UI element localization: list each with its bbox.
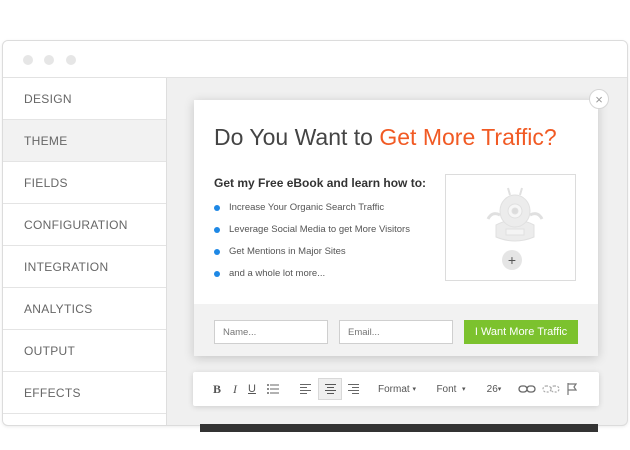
sidebar-item-label: DESIGN [24,91,72,106]
underline-button[interactable]: U [245,372,259,406]
unlink-icon[interactable] [541,372,561,406]
popup-headline[interactable]: Do You Want to Get More Traffic? [214,124,557,151]
page-shadow-bar [200,424,598,432]
chevron-down-icon: ▾ [412,386,416,393]
optin-form-bar: I Want More Traffic [194,304,598,356]
sidebar-item-label: INTEGRATION [24,259,109,274]
text-format-toolbar: B I U Format ▾ Font ▾ 26 ▾ [193,372,599,406]
sidebar-item-integration[interactable]: INTEGRATION [3,246,166,288]
size-label: 26 [486,383,498,395]
bold-button[interactable]: B [209,372,225,406]
email-field[interactable] [339,320,453,344]
sidebar-item-output[interactable]: OUTPUT [3,330,166,372]
optin-popup-preview: Do You Want to Get More Traffic? Get my … [194,100,598,356]
format-dropdown[interactable]: Format ▾ [373,372,421,406]
size-dropdown[interactable]: 26 ▾ [482,372,506,406]
headline-accent-text: Get More Traffic? [379,124,557,150]
format-label: Format [378,383,410,395]
window-dot-maximize[interactable] [66,55,76,65]
sidebar-item-label: FIELDS [24,175,68,190]
cta-button[interactable]: I Want More Traffic [464,320,578,344]
sidebar-item-label: EFFECTS [24,385,81,400]
font-label: Font [436,383,457,395]
sidebar-item-design[interactable]: DESIGN [3,78,166,120]
list-icon[interactable] [265,372,281,406]
bullet-item: Increase Your Organic Search Traffic [214,202,410,224]
bullet-item: Get Mentions in Major Sites [214,246,410,268]
sidebar-item-label: THEME [24,133,68,148]
headline-text: Do You Want to [214,124,380,150]
image-placeholder[interactable]: + [445,174,576,281]
bullet-item: and a whole lot more... [214,268,410,290]
sidebar-item-effects[interactable]: EFFECTS [3,372,166,414]
chevron-down-icon: ▾ [497,386,502,393]
link-icon[interactable] [516,372,538,406]
font-dropdown[interactable]: Font ▾ [431,372,471,406]
sidebar-item-label: ANALYTICS [24,301,93,316]
window-dot-close[interactable] [23,55,33,65]
align-left-icon[interactable] [297,372,313,406]
italic-button[interactable]: I [228,372,242,406]
sidebar-item-fields[interactable]: FIELDS [3,162,166,204]
sidebar: DESIGN THEME FIELDS CONFIGURATION INTEGR… [3,78,167,425]
align-center-icon[interactable] [318,378,342,400]
sidebar-item-theme[interactable]: THEME [3,120,166,162]
chevron-down-icon: ▾ [462,386,466,393]
window-dot-minimize[interactable] [44,55,54,65]
sidebar-item-analytics[interactable]: ANALYTICS [3,288,166,330]
sidebar-item-configuration[interactable]: CONFIGURATION [3,204,166,246]
mascot-placeholder-icon [486,187,544,242]
title-bar [3,41,627,78]
bullet-list[interactable]: Increase Your Organic Search Traffic Lev… [214,202,410,290]
popup-subhead[interactable]: Get my Free eBook and learn how to: [214,176,426,190]
align-right-icon[interactable] [345,372,361,406]
sidebar-item-label: CONFIGURATION [24,217,128,232]
close-icon[interactable]: × [589,89,609,109]
bullet-item: Leverage Social Media to get More Visito… [214,224,410,246]
flag-icon[interactable] [564,372,580,406]
add-image-icon[interactable]: + [502,250,522,270]
sidebar-item-label: OUTPUT [24,343,76,358]
name-field[interactable] [214,320,328,344]
